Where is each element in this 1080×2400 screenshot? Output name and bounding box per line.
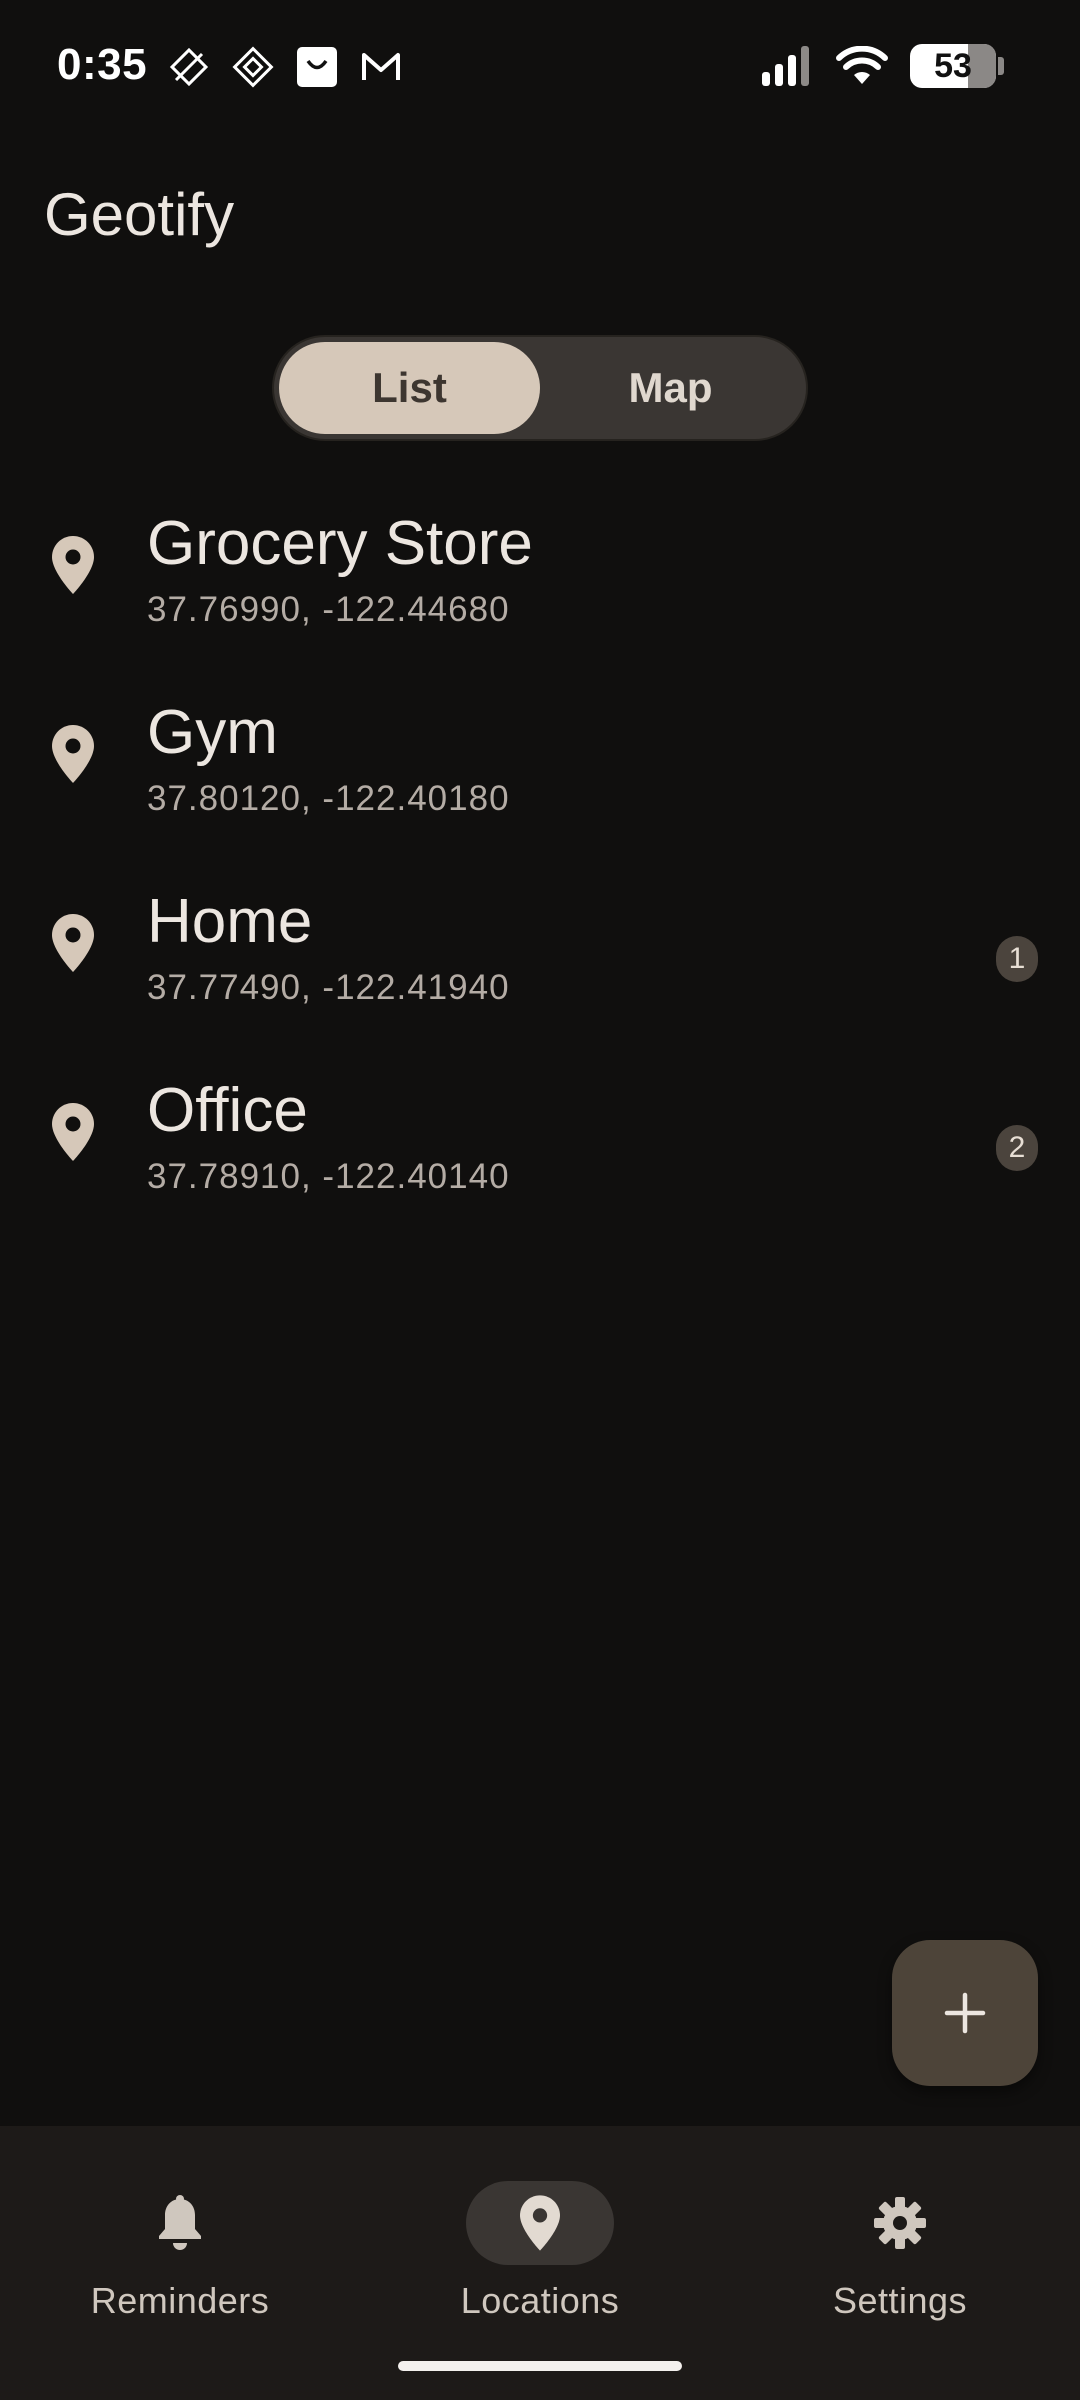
signal-icon — [762, 46, 809, 86]
gmail-icon — [362, 53, 400, 80]
battery-indicator: 53 — [910, 44, 996, 88]
list-item-gym[interactable]: Gym 37.80120, -122.40180 — [0, 677, 1080, 866]
nav-item-settings[interactable]: Settings — [720, 2156, 1080, 2321]
battery-icon: 53 — [910, 44, 1004, 88]
reminder-count-badge: 1 — [996, 936, 1038, 982]
gear-icon — [874, 2197, 926, 2249]
page-title: Geotify — [44, 181, 235, 248]
map-tab[interactable]: Map — [540, 342, 801, 434]
location-pin-icon — [52, 725, 94, 783]
notification-icon-2 — [232, 46, 274, 88]
nav-label: Settings — [832, 2280, 968, 2321]
battery-level: 53 — [934, 46, 972, 85]
wifi-icon — [836, 46, 888, 84]
status-bar: 0:35 53 — [0, 0, 1080, 130]
status-system-icons: 53 — [762, 44, 1004, 88]
status-notification-icons — [168, 46, 402, 88]
plus-icon — [944, 1992, 986, 2034]
nav-icon-container — [826, 2181, 974, 2265]
add-location-button[interactable] — [892, 1940, 1038, 2086]
status-time: 0:35 — [57, 40, 148, 89]
bottom-navigation: Reminders Locations Settings — [0, 2126, 1080, 2400]
location-coords: 37.77490, -122.41940 — [147, 968, 510, 1007]
nav-icon-container — [106, 2181, 254, 2265]
bell-icon — [159, 2195, 201, 2250]
nav-item-locations[interactable]: Locations — [360, 2156, 720, 2321]
home-indicator[interactable] — [398, 2361, 682, 2371]
notification-icon-1 — [169, 47, 209, 87]
location-name: Grocery Store — [147, 509, 533, 578]
nav-label: Locations — [460, 2280, 620, 2321]
location-name: Home — [147, 887, 313, 956]
list-item-office[interactable]: Office 37.78910, -122.40140 2 — [0, 1055, 1080, 1244]
reminder-count-badge: 2 — [996, 1125, 1038, 1171]
location-pin-icon — [520, 2195, 560, 2251]
list-tab[interactable]: List — [279, 342, 540, 434]
shopping-icon — [297, 47, 337, 87]
location-list: Grocery Store 37.76990, -122.44680 Gym 3… — [0, 488, 1080, 1244]
location-pin-icon — [52, 536, 94, 594]
screen: 0:35 53 Geotify List Map Grocery Store 3… — [0, 0, 1080, 2400]
location-coords: 37.80120, -122.40180 — [147, 779, 510, 818]
location-coords: 37.78910, -122.40140 — [147, 1157, 510, 1196]
nav-label: Reminders — [90, 2280, 270, 2321]
location-name: Office — [147, 1076, 308, 1145]
list-item-grocery-store[interactable]: Grocery Store 37.76990, -122.44680 — [0, 488, 1080, 677]
location-coords: 37.76990, -122.44680 — [147, 590, 510, 629]
location-pin-icon — [52, 914, 94, 972]
nav-item-reminders[interactable]: Reminders — [0, 2156, 360, 2321]
nav-icon-container — [466, 2181, 614, 2265]
location-name: Gym — [147, 698, 278, 767]
list-item-home[interactable]: Home 37.77490, -122.41940 1 — [0, 866, 1080, 1055]
view-toggle: List Map — [272, 335, 808, 441]
location-pin-icon — [52, 1103, 94, 1161]
